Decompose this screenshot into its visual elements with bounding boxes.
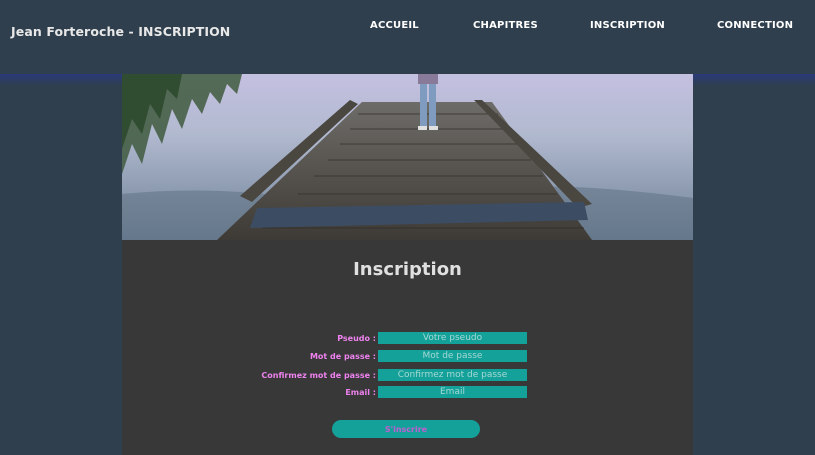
pseudo-input[interactable] [378, 332, 527, 344]
pseudo-row: Pseudo : [122, 332, 693, 345]
email-label: Email : [345, 388, 376, 397]
confirm-password-label: Confirmez mot de passe : [261, 371, 376, 380]
pier-photo-illustration [122, 74, 693, 240]
confirm-password-input[interactable] [378, 369, 527, 381]
nav-inscription[interactable]: INSCRIPTION [590, 20, 665, 31]
password-input[interactable] [378, 350, 527, 362]
nav-chapitres[interactable]: CHAPITRES [473, 20, 538, 31]
main-nav: ACCUEIL CHAPITRES INSCRIPTION CONNECTION [0, 20, 815, 34]
pseudo-label: Pseudo : [337, 334, 376, 343]
signup-button[interactable]: S'inscrire [332, 420, 480, 438]
email-input[interactable] [378, 386, 527, 398]
page-title: Inscription [353, 259, 462, 280]
top-navbar: Jean Forteroche - INSCRIPTION ACCUEIL CH… [0, 0, 815, 74]
password-row: Mot de passe : [122, 350, 693, 363]
nav-connection[interactable]: CONNECTION [717, 20, 793, 31]
nav-accueil[interactable]: ACCUEIL [370, 20, 419, 31]
hero-image [122, 74, 693, 240]
confirm-password-row: Confirmez mot de passe : [122, 369, 693, 382]
registration-panel: Inscription Pseudo : Mot de passe : Conf… [122, 240, 693, 455]
password-label: Mot de passe : [309, 352, 376, 361]
email-row: Email : [122, 386, 693, 399]
